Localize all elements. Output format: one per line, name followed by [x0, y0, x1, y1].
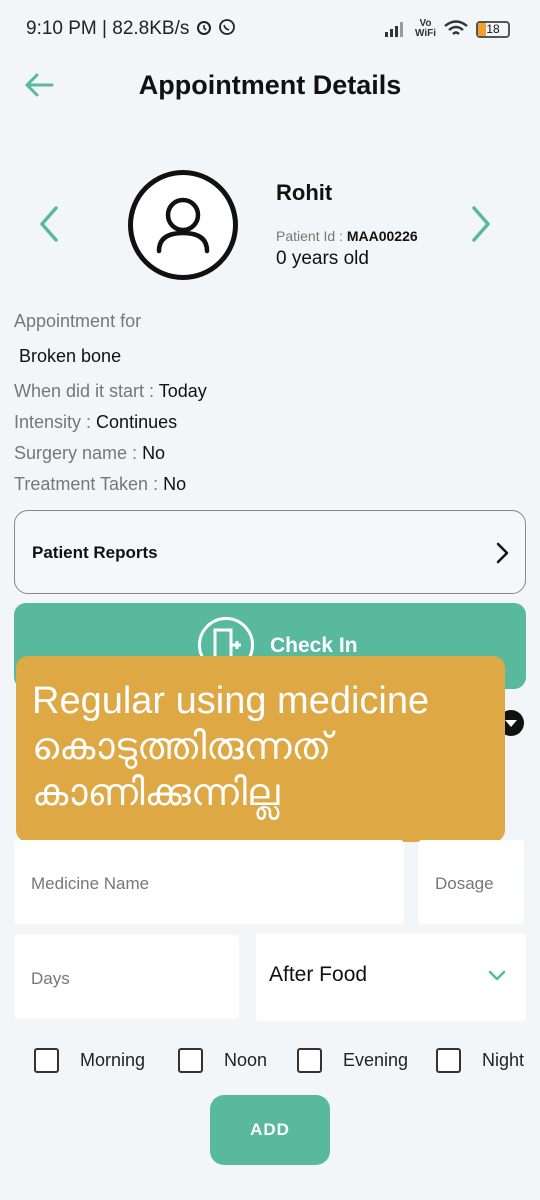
dosage-placeholder: Dosage	[435, 874, 494, 893]
evening-checkbox[interactable]: Evening	[297, 1048, 408, 1073]
vowifi-indicator: Vo WiFi	[415, 19, 436, 39]
chevron-down-icon	[488, 970, 506, 981]
patient-id-value: MAA00226	[346, 228, 418, 244]
status-time-text: 9:10 PM | 82.8KB/s	[26, 18, 190, 39]
patient-id-label: Patient Id :	[276, 228, 347, 244]
patient-reports-label: Patient Reports	[32, 543, 158, 562]
checkbox-box[interactable]	[34, 1048, 59, 1073]
patient-id: Patient Id : MAA00226	[276, 228, 418, 244]
vowifi-bottom: WiFi	[414, 28, 436, 39]
surgery-value: No	[142, 443, 166, 463]
intensity-value: Continues	[96, 412, 178, 432]
noon-checkbox[interactable]: Noon	[178, 1048, 267, 1073]
battery-indicator: 18	[476, 20, 510, 38]
night-label: Night	[482, 1050, 525, 1070]
appointment-for-label: Appointment for	[14, 311, 142, 331]
food-select-value: After Food	[269, 963, 368, 986]
treatment-row: Treatment Taken : No	[14, 474, 186, 495]
annotation-line-2: കൊടുത്തിരുന്നത്	[32, 726, 332, 768]
start-value: Today	[158, 381, 207, 401]
user-icon	[156, 197, 210, 254]
medicine-name-field[interactable]: Medicine Name	[14, 840, 404, 924]
annotation-line-1: Regular using medicine	[32, 680, 430, 722]
battery-level: 18	[486, 21, 500, 36]
treatment-value: No	[163, 474, 187, 494]
days-placeholder: Days	[31, 969, 70, 988]
whatsapp-icon	[219, 19, 235, 35]
noon-label: Noon	[224, 1050, 268, 1070]
annotation-overlay: Regular using medicine കൊടുത്തിരുന്നത് ക…	[16, 656, 505, 842]
checkbox-box[interactable]	[297, 1048, 322, 1073]
status-time: 9:10 PM | 82.8KB/s	[26, 18, 236, 40]
morning-checkbox[interactable]: Morning	[34, 1048, 145, 1073]
appointment-for-value: Broken bone	[19, 346, 122, 366]
patient-age: 0 years old	[276, 248, 369, 269]
patient-card: Rohit Patient Id : MAA00226 0 years old	[0, 150, 540, 300]
chevron-left-icon[interactable]	[34, 204, 64, 244]
page-title: Appointment Details	[138, 70, 402, 100]
timing-checkboxes: Morning Noon Evening Night	[34, 1048, 534, 1078]
alarm-icon	[196, 21, 211, 35]
signal-icon	[384, 22, 403, 37]
checkbox-box[interactable]	[436, 1048, 461, 1073]
start-row: When did it start : Today	[14, 381, 207, 402]
night-checkbox[interactable]: Night	[436, 1048, 524, 1073]
chevron-right-icon	[496, 542, 509, 564]
intensity-row: Intensity : Continues	[14, 412, 177, 433]
avatar	[128, 170, 238, 280]
status-bar: 9:10 PM | 82.8KB/s Vo WiFi 18	[0, 0, 540, 58]
treatment-label: Treatment Taken :	[14, 474, 164, 494]
food-select[interactable]: After Food	[256, 933, 526, 1021]
status-icons: Vo WiFi 18	[384, 16, 510, 42]
check-in-label: Check In	[270, 634, 358, 657]
annotation-line-3: കാണിക്കുന്നില്ല	[32, 772, 280, 814]
surgery-label: Surgery name :	[14, 443, 143, 463]
evening-label: Evening	[343, 1050, 409, 1070]
wifi-icon	[444, 20, 468, 35]
medicine-name-placeholder: Medicine Name	[31, 874, 150, 893]
dosage-field[interactable]: Dosage	[418, 840, 524, 924]
morning-label: Morning	[80, 1050, 146, 1070]
days-field[interactable]: Days	[14, 935, 239, 1019]
checkbox-box[interactable]	[178, 1048, 203, 1073]
patient-reports-button[interactable]: Patient Reports	[14, 510, 526, 594]
patient-name: Rohit	[276, 180, 333, 205]
add-button[interactable]: ADD	[210, 1095, 330, 1165]
app-bar: Appointment Details	[0, 58, 540, 114]
intensity-label: Intensity :	[14, 412, 97, 432]
start-label: When did it start :	[14, 381, 159, 401]
chevron-right-icon[interactable]	[466, 204, 496, 244]
surgery-row: Surgery name : No	[14, 443, 165, 464]
